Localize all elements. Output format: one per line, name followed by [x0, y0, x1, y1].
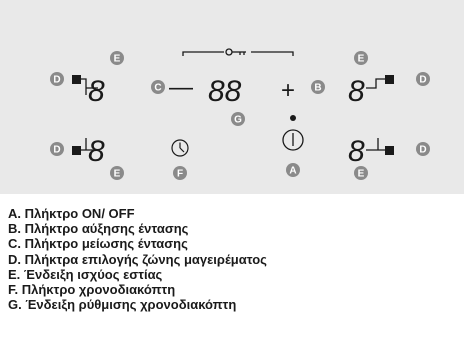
callout-G: G — [231, 112, 245, 126]
power-level-display: 8 — [348, 75, 365, 108]
zone-connector — [81, 78, 87, 95]
svg-text:E: E — [114, 54, 121, 65]
panel-drawing: 8 8 — 88 + 8 8 E E D D C B G D D E F A E — [50, 48, 430, 180]
power-level-display: 8 — [348, 135, 365, 168]
plus-button[interactable]: + — [281, 77, 295, 104]
power-level-display: 8 — [88, 135, 105, 168]
svg-text:A: A — [289, 166, 296, 177]
lock-key-icon — [182, 48, 294, 56]
legend-item-e: E. Ένδειξη ισχύος εστίας — [8, 266, 163, 282]
clock-icon[interactable] — [171, 139, 189, 157]
power-level-display: 8 — [88, 75, 105, 108]
power-indicator-led — [290, 115, 296, 121]
zone-square-icon[interactable] — [72, 75, 81, 84]
svg-text:B: B — [314, 83, 321, 94]
legend-item-b: B. Πλήκτρο αύξησης έντασης — [8, 221, 189, 237]
legend-list: A. Πλήκτρο ON/ OFF B. Πλήκτρο αύξησης έν… — [8, 206, 458, 312]
svg-text:E: E — [358, 169, 365, 180]
zone-square-icon[interactable] — [72, 146, 81, 155]
callout-E: E — [354, 166, 368, 180]
legend-item-g: G. Ένδειξη ρύθμισης χρονοδιακόπτη — [8, 297, 237, 313]
svg-text:F: F — [177, 169, 183, 180]
zone-square-icon[interactable] — [385, 75, 394, 84]
callout-D: D — [416, 142, 430, 156]
zone-connector — [366, 78, 385, 89]
callout-B: B — [311, 80, 325, 94]
control-panel: 8 8 — 88 + 8 8 E E D D C B G D D E F A E — [0, 0, 464, 194]
zone-connector — [366, 138, 385, 151]
callout-C: C — [151, 80, 165, 94]
svg-text:D: D — [53, 75, 60, 86]
svg-text:D: D — [419, 145, 426, 156]
legend-item-d: D. Πλήκτρα επιλογής ζώνης μαγειρέματος — [8, 251, 267, 267]
zone-square-icon[interactable] — [385, 146, 394, 155]
legend-item-c: C. Πλήκτρο μείωσης έντασης — [8, 236, 188, 252]
svg-text:G: G — [234, 115, 242, 126]
svg-text:E: E — [114, 169, 121, 180]
power-icon[interactable] — [282, 129, 304, 151]
callout-E: E — [110, 51, 124, 65]
svg-text:C: C — [154, 83, 161, 94]
callout-D: D — [50, 72, 64, 86]
svg-text:D: D — [53, 145, 60, 156]
callout-F: F — [173, 166, 187, 180]
svg-text:E: E — [358, 54, 365, 65]
callout-E: E — [354, 51, 368, 65]
minus-button[interactable]: — — [169, 74, 193, 101]
legend-item-a: A. Πλήκτρο ON/ OFF — [8, 206, 135, 221]
callout-E: E — [110, 166, 124, 180]
callout-A: A — [286, 163, 300, 177]
legend-item-f: F. Πλήκτρο χρονοδιακόπτη — [8, 282, 176, 298]
callout-D: D — [416, 72, 430, 86]
timer-display: 88 — [208, 75, 242, 108]
callout-D: D — [50, 142, 64, 156]
svg-text:D: D — [419, 75, 426, 86]
